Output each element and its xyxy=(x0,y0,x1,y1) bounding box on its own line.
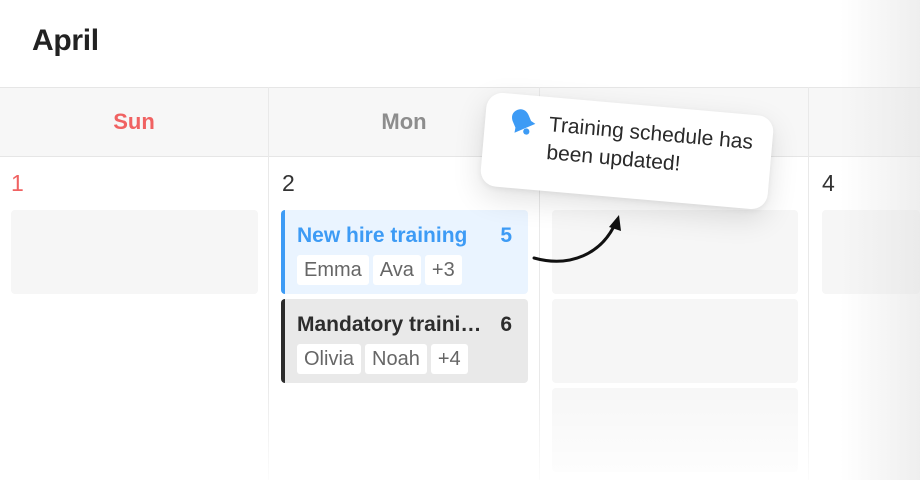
attendee-chip[interactable]: Noah xyxy=(365,344,427,374)
event-title: New hire training xyxy=(297,224,468,247)
attendee-list: Olivia Noah +4 xyxy=(297,344,468,374)
more-attendees-chip[interactable]: +3 xyxy=(424,255,462,285)
date-sun: 1 xyxy=(11,170,24,196)
attendee-chip[interactable]: Ava xyxy=(372,255,421,285)
empty-event-slot[interactable] xyxy=(822,210,920,294)
weekday-header: Sun Mon xyxy=(0,87,920,157)
column-divider xyxy=(268,87,269,480)
empty-event-slot[interactable] xyxy=(552,299,798,383)
more-attendees-chip[interactable]: +4 xyxy=(430,344,468,374)
event-title: Mandatory training xyxy=(297,313,483,336)
empty-event-slot[interactable] xyxy=(552,388,798,472)
attendee-count: 5 xyxy=(500,224,512,247)
attendee-chip[interactable]: Emma xyxy=(297,255,369,285)
month-title: April xyxy=(32,24,99,57)
event-card-new-hire-training[interactable]: New hire training 5 Emma Ava +3 xyxy=(281,210,528,294)
notification-message: Training schedule has been updated! xyxy=(545,113,754,176)
attendee-list: Emma Ava +3 xyxy=(297,255,462,285)
date-mon: 2 xyxy=(282,170,295,196)
attendee-chip[interactable]: Olivia xyxy=(297,344,362,374)
bell-icon xyxy=(512,109,536,135)
event-card-mandatory-training[interactable]: Mandatory training 6 Olivia Noah +4 xyxy=(281,299,528,383)
empty-event-slot[interactable] xyxy=(11,210,258,294)
weekday-sun: Sun xyxy=(113,109,155,134)
weekday-wed xyxy=(809,88,920,156)
date-wed: 4 xyxy=(822,170,835,196)
attendee-count: 6 xyxy=(500,313,512,336)
curved-arrow-icon xyxy=(532,215,621,263)
column-divider xyxy=(808,87,809,480)
